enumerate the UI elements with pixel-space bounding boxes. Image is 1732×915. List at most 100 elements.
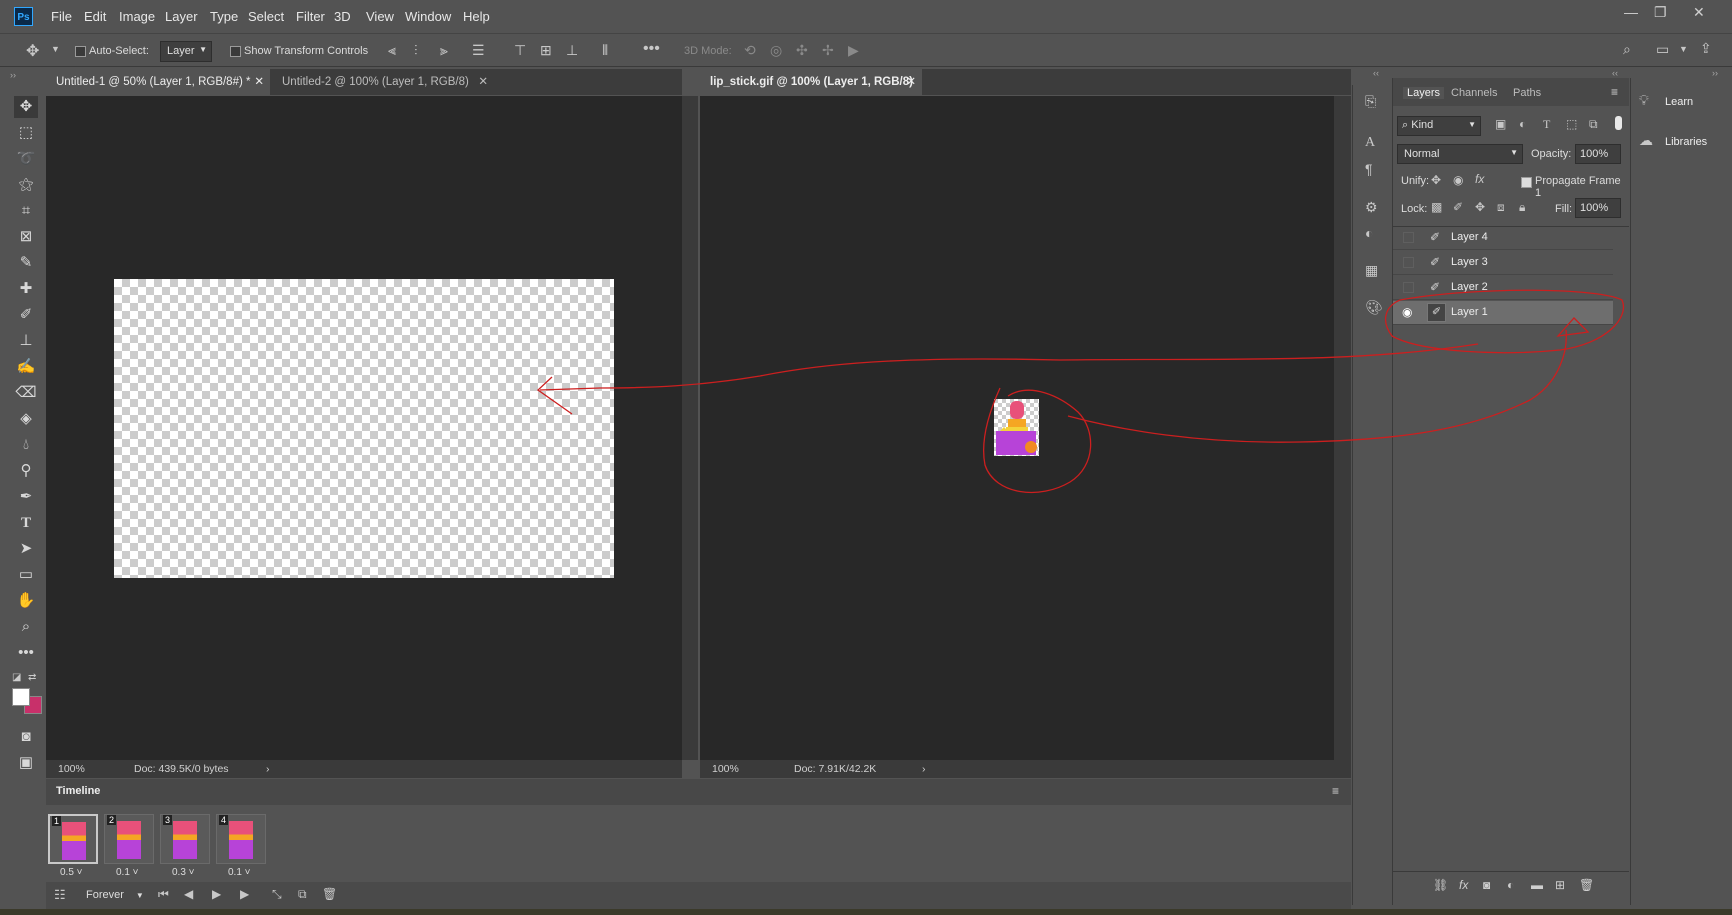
collapse-panel-icon[interactable]: ›› bbox=[1712, 68, 1718, 78]
lock-all-icon[interactable]: 🔒︎ bbox=[1519, 200, 1525, 215]
document-canvas-right[interactable] bbox=[700, 96, 1334, 760]
tab-layers[interactable]: Layers bbox=[1403, 87, 1445, 99]
share-icon[interactable]: ⇪ bbox=[1700, 40, 1712, 57]
menu-select[interactable]: Select bbox=[248, 9, 284, 24]
search-icon[interactable]: ⌕ bbox=[1623, 41, 1631, 58]
menu-3d[interactable]: 3D bbox=[334, 9, 351, 24]
opacity-field[interactable]: 100% bbox=[1575, 144, 1621, 164]
3d-scale-icon[interactable]: ▶ bbox=[848, 42, 859, 59]
lock-transparent-icon[interactable]: ▩ bbox=[1431, 200, 1442, 214]
eraser-tool-icon[interactable]: ⌫ bbox=[14, 382, 38, 404]
frame-delay[interactable]: 0.5 ˅ bbox=[60, 867, 83, 878]
tab-untitled-2[interactable]: Untitled-2 @ 100% (Layer 1, RGB/8) ✕ bbox=[272, 69, 494, 95]
lock-image-icon[interactable]: ✐ bbox=[1453, 200, 1463, 214]
3d-slide-icon[interactable]: ✢ bbox=[822, 42, 834, 59]
menu-edit[interactable]: Edit bbox=[84, 9, 106, 24]
previous-frame-icon[interactable]: ◀ bbox=[184, 887, 193, 901]
edit-toolbar-icon[interactable]: ••• bbox=[14, 642, 38, 664]
dodge-tool-icon[interactable]: ⚲ bbox=[14, 460, 38, 482]
align-center-icon[interactable]: ⫶ bbox=[414, 42, 418, 59]
layer-row[interactable]: ✐ Layer 2 bbox=[1393, 276, 1613, 300]
fill-field[interactable]: 100% bbox=[1575, 198, 1621, 218]
distribute-icon[interactable]: ☰ bbox=[472, 42, 485, 59]
magic-wand-tool-icon[interactable]: ⚝ bbox=[14, 174, 38, 196]
menu-type[interactable]: Type bbox=[210, 9, 238, 24]
styles-panel-icon[interactable]: ◐ bbox=[1365, 225, 1373, 241]
3d-roll-icon[interactable]: ◎ bbox=[770, 42, 782, 59]
menu-help[interactable]: Help bbox=[463, 9, 490, 24]
close-tab-icon[interactable]: ✕ bbox=[254, 69, 264, 95]
propagate-checkbox[interactable] bbox=[1521, 177, 1532, 188]
filter-shape-icon[interactable]: ⬚ bbox=[1566, 117, 1577, 131]
align-bottom-icon[interactable]: ⊥ bbox=[566, 42, 578, 59]
frame-delay[interactable]: 0.3 ˅ bbox=[172, 867, 195, 878]
align-right-icon[interactable]: ⫸ bbox=[440, 42, 448, 59]
unify-visibility-icon[interactable]: ◉ bbox=[1453, 173, 1463, 187]
new-group-icon[interactable]: ▬ bbox=[1531, 878, 1543, 892]
layer-name[interactable]: Layer 2 bbox=[1451, 281, 1488, 293]
crop-tool-icon[interactable]: ⌗ bbox=[14, 200, 38, 222]
collapse-panel-icon[interactable]: ‹‹ bbox=[1612, 68, 1618, 78]
panel-menu-icon[interactable]: ≡ bbox=[1611, 85, 1618, 99]
swap-colors-icon[interactable]: ⇄ bbox=[28, 672, 36, 683]
chevron-down-icon[interactable]: ▼ bbox=[1679, 44, 1688, 54]
convert-timeline-icon[interactable]: ☷ bbox=[54, 887, 66, 903]
tab-untitled-1[interactable]: Untitled-1 @ 50% (Layer 1, RGB/8#) * ✕ bbox=[46, 69, 270, 95]
3d-pan-icon[interactable]: ✣ bbox=[796, 42, 808, 59]
new-layer-icon[interactable]: ⊞ bbox=[1555, 878, 1565, 892]
history-brush-icon[interactable]: ✍ bbox=[14, 356, 38, 378]
collapse-dock-icon[interactable]: ‹‹ bbox=[1373, 68, 1379, 78]
layer-style-icon[interactable]: fx bbox=[1459, 878, 1468, 892]
color-panel-icon[interactable]: 🎨︎ bbox=[1365, 299, 1383, 316]
frame-thumbnail[interactable]: 3 bbox=[160, 814, 210, 864]
panel-menu-icon[interactable]: ≡ bbox=[1332, 784, 1339, 798]
transparent-canvas[interactable] bbox=[114, 279, 614, 578]
transform-controls-checkbox[interactable] bbox=[230, 46, 241, 57]
3d-orbit-icon[interactable]: ⟲ bbox=[744, 42, 756, 59]
align-left-icon[interactable]: ⫷ bbox=[388, 42, 396, 59]
screen-mode-icon[interactable]: ▣ bbox=[14, 752, 38, 774]
visibility-toggle[interactable] bbox=[1403, 282, 1414, 293]
eye-icon[interactable]: ◉ bbox=[1402, 305, 1412, 319]
character-panel-icon[interactable]: A bbox=[1365, 135, 1375, 151]
frame-tool-icon[interactable]: ⊠ bbox=[14, 226, 38, 248]
document-canvas-left[interactable] bbox=[46, 96, 682, 760]
frame-thumbnail[interactable]: 2 bbox=[104, 814, 154, 864]
add-mask-icon[interactable]: ◙ bbox=[1483, 878, 1490, 892]
filter-smart-object-icon[interactable]: ⧉ bbox=[1589, 117, 1598, 132]
blend-mode-dropdown[interactable]: Normal ▼ bbox=[1397, 144, 1523, 164]
align-top-icon[interactable]: ⊤ bbox=[514, 42, 526, 59]
scrollbar-vertical[interactable] bbox=[1334, 96, 1351, 760]
swatches-panel-icon[interactable]: ▦ bbox=[1365, 262, 1378, 279]
layer-row[interactable]: ✐ Layer 4 bbox=[1393, 226, 1613, 250]
lasso-tool-icon[interactable]: ➰ bbox=[14, 148, 38, 170]
close-button[interactable]: ✕ bbox=[1693, 4, 1705, 21]
zoom-tool-icon[interactable]: ⌕ bbox=[14, 616, 38, 638]
move-tool-icon[interactable]: ✥ bbox=[26, 41, 39, 61]
chevron-down-icon[interactable]: ▼ bbox=[51, 44, 60, 54]
menu-image[interactable]: Image bbox=[119, 9, 155, 24]
clone-stamp-icon[interactable]: ⊥ bbox=[14, 330, 38, 352]
layer-name[interactable]: Layer 3 bbox=[1451, 256, 1488, 268]
tab-lip-stick[interactable]: lip_stick.gif @ 100% (Layer 1, RGB/8) ✕ bbox=[700, 69, 922, 95]
frame-delay[interactable]: 0.1 ˅ bbox=[116, 867, 139, 878]
more-options-icon[interactable]: ••• bbox=[643, 40, 660, 58]
menu-layer[interactable]: Layer bbox=[165, 9, 198, 24]
filter-toggle[interactable] bbox=[1615, 116, 1622, 130]
scrollbar-vertical[interactable] bbox=[682, 96, 698, 760]
foreground-color-swatch[interactable] bbox=[12, 688, 30, 706]
frame-thumbnail[interactable]: 4 bbox=[216, 814, 266, 864]
lipstick-image[interactable] bbox=[994, 399, 1039, 456]
collapse-toolbar-icon[interactable]: ›› bbox=[10, 70, 16, 80]
frame-delay[interactable]: 0.1 ˅ bbox=[228, 867, 251, 878]
auto-select-dropdown[interactable]: Layer ▼ bbox=[160, 41, 212, 62]
chevron-right-icon[interactable]: › bbox=[266, 760, 270, 778]
duplicate-frame-icon[interactable]: ⧉ bbox=[298, 887, 307, 902]
zoom-level[interactable]: 100% bbox=[712, 760, 739, 778]
visibility-toggle[interactable] bbox=[1403, 257, 1414, 268]
tab-paths[interactable]: Paths bbox=[1513, 87, 1541, 99]
first-frame-icon[interactable]: ⏮ bbox=[158, 887, 169, 902]
path-selection-icon[interactable]: ➤ bbox=[14, 538, 38, 560]
libraries-button[interactable]: ☁ Libraries bbox=[1639, 132, 1729, 154]
unify-style-icon[interactable]: fx bbox=[1475, 172, 1484, 186]
